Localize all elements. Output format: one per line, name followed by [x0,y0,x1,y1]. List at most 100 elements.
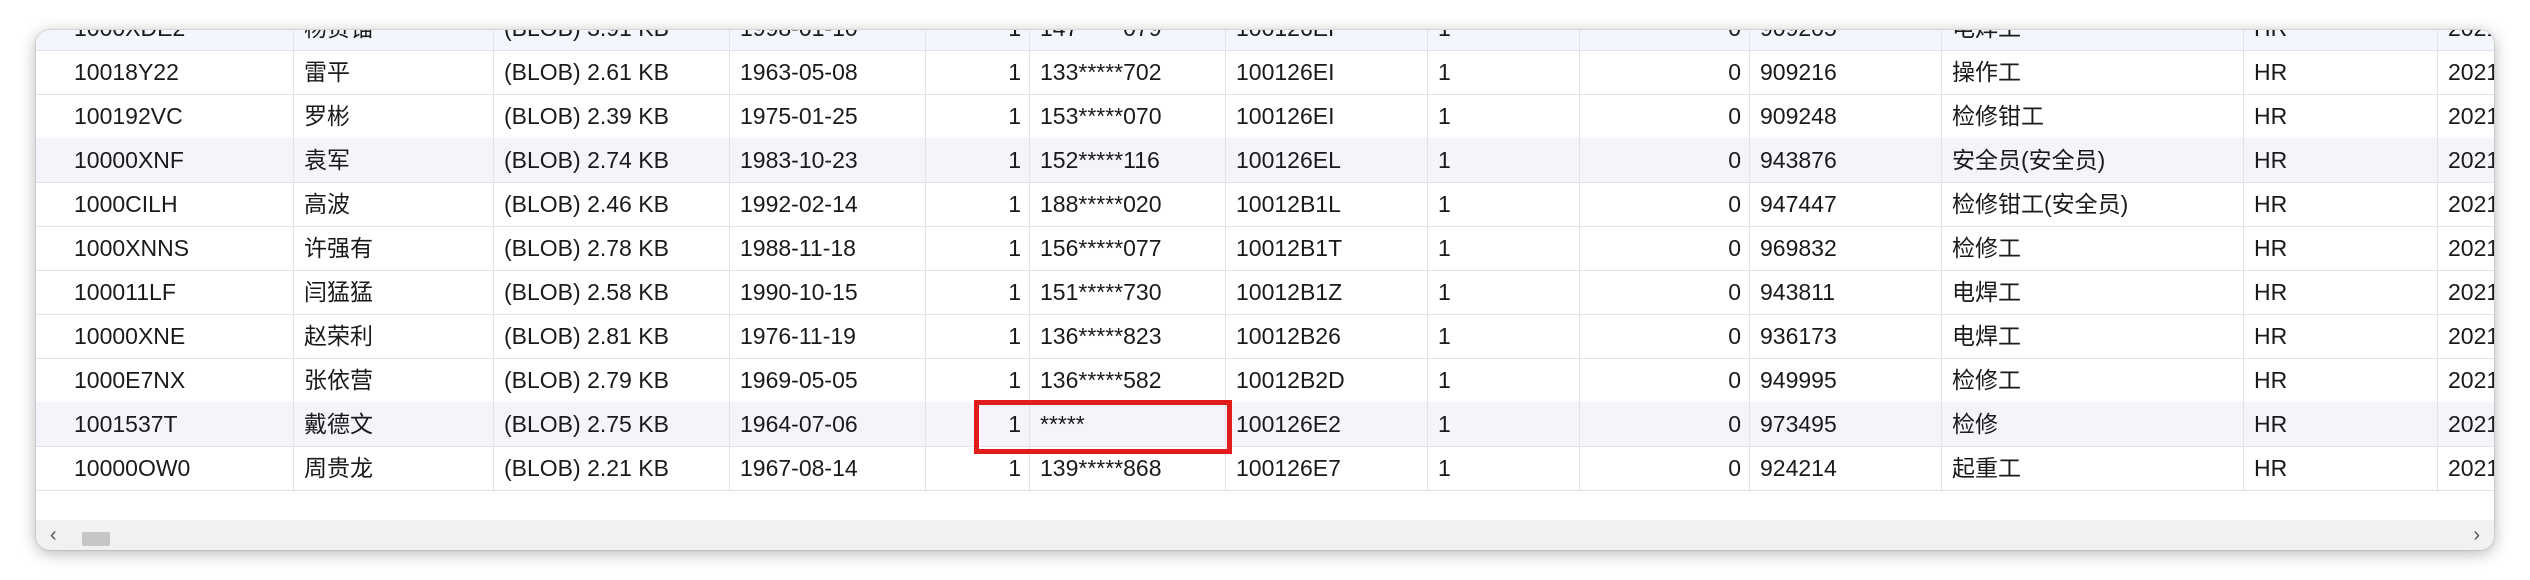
cell-name[interactable]: 闫猛猛 [294,270,494,314]
cell-photo-blob[interactable]: (BLOB) 2.39 KB [494,94,730,138]
cell-date[interactable]: 2021-0 [2438,314,2494,358]
cell-phone[interactable]: 153*****070 [1030,94,1226,138]
cell-job-title[interactable]: 操作工 [1942,50,2244,94]
cell-name[interactable]: 雷平 [294,50,494,94]
cell-photo-blob[interactable]: (BLOB) 2.79 KB [494,358,730,402]
cell-photo-blob[interactable]: (BLOB) 2.58 KB [494,270,730,314]
cell-status[interactable]: 1 [1428,358,1580,402]
cell-birthdate[interactable]: 1967-08-14 [730,446,926,490]
cell-id[interactable]: 10000XNF [64,138,294,182]
cell-birthdate[interactable]: 1992-02-14 [730,182,926,226]
cell-birthdate[interactable]: 1983-10-23 [730,138,926,182]
table-row[interactable]: 1000CILH 高波 (BLOB) 2.46 KB 1992-02-14 1 … [36,182,2494,227]
cell-source[interactable]: HR [2244,30,2438,50]
cell-id[interactable]: 1000CILH [64,182,294,226]
cell-date[interactable]: 2021-0 [2438,358,2494,402]
cell-name[interactable]: 赵荣利 [294,314,494,358]
scroll-right-icon[interactable]: › [2473,524,2480,546]
cell-birthdate[interactable]: 1988-11-18 [730,226,926,270]
cell-photo-blob[interactable]: (BLOB) 3.91 KB [494,30,730,50]
cell-source[interactable]: HR [2244,270,2438,314]
table-row[interactable]: 10000XNF 袁军 (BLOB) 2.74 KB 1983-10-23 1 … [36,138,2494,183]
cell-photo-blob[interactable]: (BLOB) 2.74 KB [494,138,730,182]
cell-status[interactable]: 1 [1428,182,1580,226]
cell-birthdate[interactable]: 1976-11-19 [730,314,926,358]
cell-flag[interactable]: 1 [926,138,1030,182]
cell-id[interactable]: 100011LF [64,270,294,314]
cell-flag[interactable]: 1 [926,402,1030,446]
cell-phone[interactable]: 133*****702 [1030,50,1226,94]
cell-code[interactable]: 909216 [1750,50,1942,94]
cell-source[interactable]: HR [2244,358,2438,402]
cell-phone[interactable]: 152*****116 [1030,138,1226,182]
table-row[interactable]: 100192VC 罗彬 (BLOB) 2.39 KB 1975-01-25 1 … [36,94,2494,139]
table-row[interactable]: 1000XDE2 杨贵锚 (BLOB) 3.91 KB 1998-01-10 1… [36,30,2494,51]
table-row[interactable]: 1000XNNS 许强有 (BLOB) 2.78 KB 1988-11-18 1… [36,226,2494,271]
cell-id[interactable]: 10018Y22 [64,50,294,94]
table-row[interactable]: 100011LF 闫猛猛 (BLOB) 2.58 KB 1990-10-15 1… [36,270,2494,315]
cell-phone[interactable]: 136*****582 [1030,358,1226,402]
cell-count[interactable]: 0 [1580,226,1750,270]
horizontal-scrollbar[interactable]: ‹ › [36,520,2494,550]
cell-flag[interactable]: 1 [926,270,1030,314]
cell-code[interactable]: 909205 [1750,30,1942,50]
cell-count[interactable]: 0 [1580,138,1750,182]
cell-birthdate[interactable]: 1969-05-05 [730,358,926,402]
cell-name[interactable]: 罗彬 [294,94,494,138]
cell-job-title[interactable]: 起重工 [1942,446,2244,490]
cell-source[interactable]: HR [2244,402,2438,446]
cell-code[interactable]: 969832 [1750,226,1942,270]
table-row[interactable]: 1001537T 戴德文 (BLOB) 2.75 KB 1964-07-06 1… [36,402,2494,447]
cell-status[interactable]: 1 [1428,446,1580,490]
cell-phone[interactable]: 139*****868 [1030,446,1226,490]
cell-org-code[interactable]: 10012B1T [1226,226,1428,270]
cell-id[interactable]: 10000XNE [64,314,294,358]
cell-code[interactable]: 973495 [1750,402,1942,446]
cell-flag[interactable]: 1 [926,446,1030,490]
cell-name[interactable]: 高波 [294,182,494,226]
cell-code[interactable]: 949995 [1750,358,1942,402]
cell-date[interactable]: 2021-0 [2438,226,2494,270]
cell-org-code[interactable]: 100126EF [1226,30,1428,50]
cell-flag[interactable]: 1 [926,226,1030,270]
cell-source[interactable]: HR [2244,446,2438,490]
cell-status[interactable]: 1 [1428,138,1580,182]
cell-flag[interactable]: 1 [926,94,1030,138]
cell-job-title[interactable]: 电焊工 [1942,314,2244,358]
cell-code[interactable]: 909248 [1750,94,1942,138]
cell-source[interactable]: HR [2244,138,2438,182]
cell-job-title[interactable]: 安全员(安全员) [1942,138,2244,182]
cell-status[interactable]: 1 [1428,50,1580,94]
cell-date[interactable]: 2021-0 [2438,402,2494,446]
cell-flag[interactable]: 1 [926,358,1030,402]
cell-org-code[interactable]: 10012B1Z [1226,270,1428,314]
cell-photo-blob[interactable]: (BLOB) 2.46 KB [494,182,730,226]
cell-job-title[interactable]: 检修 [1942,402,2244,446]
cell-flag[interactable]: 1 [926,182,1030,226]
cell-birthdate[interactable]: 1975-01-25 [730,94,926,138]
cell-photo-blob[interactable]: (BLOB) 2.21 KB [494,446,730,490]
cell-phone[interactable]: 136*****823 [1030,314,1226,358]
cell-code[interactable]: 924214 [1750,446,1942,490]
cell-job-title[interactable]: 电焊工 [1942,270,2244,314]
cell-name[interactable]: 袁军 [294,138,494,182]
cell-source[interactable]: HR [2244,226,2438,270]
cell-photo-blob[interactable]: (BLOB) 2.75 KB [494,402,730,446]
cell-photo-blob[interactable]: (BLOB) 2.78 KB [494,226,730,270]
cell-org-code[interactable]: 10012B26 [1226,314,1428,358]
cell-job-title[interactable]: 电焊工 [1942,30,2244,50]
cell-count[interactable]: 0 [1580,358,1750,402]
cell-code[interactable]: 936173 [1750,314,1942,358]
cell-date[interactable]: 2021-0 [2438,446,2494,490]
cell-source[interactable]: HR [2244,314,2438,358]
cell-name[interactable]: 戴德文 [294,402,494,446]
cell-flag[interactable]: 1 [926,50,1030,94]
cell-count[interactable]: 0 [1580,446,1750,490]
cell-job-title[interactable]: 检修工 [1942,358,2244,402]
cell-source[interactable]: HR [2244,50,2438,94]
cell-phone[interactable]: 188*****020 [1030,182,1226,226]
cell-date[interactable]: 2021-0 [2438,270,2494,314]
cell-name[interactable]: 杨贵锚 [294,30,494,50]
cell-name[interactable]: 周贵龙 [294,446,494,490]
cell-source[interactable]: HR [2244,182,2438,226]
